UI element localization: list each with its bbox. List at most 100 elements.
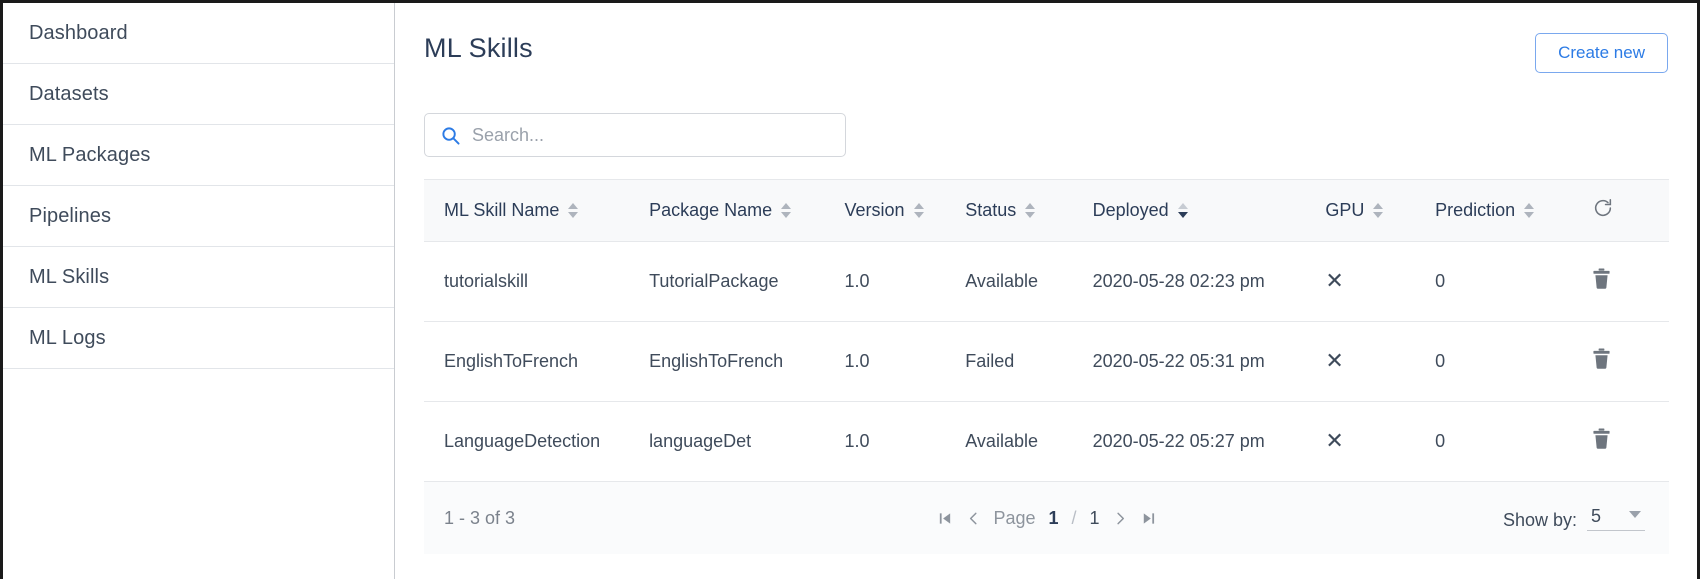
column-header-deployed[interactable]: Deployed [1093, 180, 1326, 242]
sidebar-item-label: Dashboard [29, 22, 128, 45]
sidebar-item-ml-skills[interactable]: ML Skills [3, 247, 394, 308]
column-header-version[interactable]: Version [844, 180, 965, 242]
cell-prediction: 0 [1435, 242, 1592, 322]
x-icon: ✕ [1325, 428, 1343, 453]
column-header-package-name[interactable]: Package Name [649, 180, 844, 242]
search-input[interactable] [470, 124, 810, 147]
ml-skills-page: Dashboard Datasets ML Packages Pipelines… [0, 0, 1700, 579]
cell-version: 1.0 [844, 322, 965, 402]
cell-ml-skill-name: LanguageDetection [424, 402, 649, 482]
cell-delete[interactable] [1592, 242, 1669, 322]
x-icon: ✕ [1325, 268, 1343, 293]
sort-icon[interactable] [1025, 202, 1036, 219]
sidebar-item-datasets[interactable]: Datasets [3, 64, 394, 125]
show-by-control[interactable]: Show by: 5 [1503, 506, 1645, 531]
prev-page-icon [965, 511, 980, 526]
last-page-icon [1141, 511, 1156, 526]
show-by-select[interactable]: 5 [1587, 506, 1645, 531]
search-box[interactable] [424, 113, 846, 157]
show-by-value: 5 [1591, 506, 1601, 527]
column-header-gpu[interactable]: GPU [1325, 180, 1435, 242]
cell-prediction: 0 [1435, 322, 1592, 402]
cell-ml-skill-name: EnglishToFrench [424, 322, 649, 402]
create-new-button[interactable]: Create new [1535, 33, 1668, 73]
main-content: ML Skills Create new [396, 3, 1697, 579]
cell-delete[interactable] [1592, 402, 1669, 482]
column-label: GPU [1325, 200, 1364, 221]
sort-icon[interactable] [568, 202, 579, 219]
first-page-button[interactable] [937, 511, 952, 526]
cell-package-name: TutorialPackage [649, 242, 844, 322]
trash-icon [1592, 268, 1611, 290]
cell-package-name: EnglishToFrench [649, 322, 844, 402]
page-title: ML Skills [424, 33, 533, 64]
cell-version: 1.0 [844, 242, 965, 322]
table-row[interactable]: LanguageDetection languageDet 1.0 Availa… [424, 402, 1669, 482]
cell-status: Available [965, 402, 1092, 482]
column-label: ML Skill Name [444, 200, 559, 221]
table-row[interactable]: tutorialskill TutorialPackage 1.0 Availa… [424, 242, 1669, 322]
sidebar: Dashboard Datasets ML Packages Pipelines… [3, 3, 395, 579]
column-header-status[interactable]: Status [965, 180, 1092, 242]
cell-deployed: 2020-05-22 05:27 pm [1093, 402, 1326, 482]
current-page-number[interactable]: 1 [1049, 508, 1059, 529]
cell-gpu: ✕ [1325, 322, 1435, 402]
sort-icon[interactable] [1524, 202, 1535, 219]
table-head: ML Skill Name Package Name [424, 180, 1669, 242]
table-row[interactable]: EnglishToFrench EnglishToFrench 1.0 Fail… [424, 322, 1669, 402]
cell-deployed: 2020-05-28 02:23 pm [1093, 242, 1326, 322]
column-label: Prediction [1435, 200, 1515, 221]
trash-icon [1592, 348, 1611, 370]
cell-status: Failed [965, 322, 1092, 402]
pagination: Page 1 / 1 [937, 508, 1155, 529]
delete-button[interactable] [1592, 348, 1611, 370]
search-icon [441, 126, 460, 145]
delete-button[interactable] [1592, 428, 1611, 450]
prev-page-button[interactable] [965, 511, 980, 526]
sidebar-item-ml-logs[interactable]: ML Logs [3, 308, 394, 369]
x-icon: ✕ [1325, 348, 1343, 373]
cell-gpu: ✕ [1325, 242, 1435, 322]
cell-delete[interactable] [1592, 322, 1669, 402]
cell-status: Available [965, 242, 1092, 322]
column-label: Version [844, 200, 904, 221]
next-page-button[interactable] [1113, 511, 1128, 526]
trash-icon [1592, 428, 1611, 450]
cell-gpu: ✕ [1325, 402, 1435, 482]
column-header-ml-skill-name[interactable]: ML Skill Name [424, 180, 649, 242]
chevron-down-icon [1629, 511, 1641, 518]
sidebar-item-pipelines[interactable]: Pipelines [3, 186, 394, 247]
total-pages: 1 [1090, 508, 1100, 529]
refresh-icon[interactable] [1592, 197, 1614, 219]
show-by-label: Show by: [1503, 510, 1577, 531]
sort-icon[interactable] [1373, 202, 1384, 219]
last-page-button[interactable] [1141, 511, 1156, 526]
cell-version: 1.0 [844, 402, 965, 482]
sidebar-item-label: Pipelines [29, 205, 111, 228]
cell-ml-skill-name: tutorialskill [424, 242, 649, 322]
sidebar-item-ml-packages[interactable]: ML Packages [3, 125, 394, 186]
sidebar-item-label: ML Packages [29, 144, 151, 167]
table-header-row: ML Skill Name Package Name [424, 180, 1669, 242]
first-page-icon [937, 511, 952, 526]
sort-icon[interactable] [781, 202, 792, 219]
result-range-label: 1 - 3 of 3 [444, 508, 515, 529]
page-label: Page [993, 508, 1035, 529]
sidebar-item-label: ML Logs [29, 327, 106, 350]
column-label: Deployed [1093, 200, 1169, 221]
column-header-prediction[interactable]: Prediction [1435, 180, 1592, 242]
sort-icon[interactable] [914, 202, 925, 219]
search-zone [424, 91, 1669, 179]
delete-button[interactable] [1592, 268, 1611, 290]
sidebar-item-label: Datasets [29, 83, 109, 106]
next-page-icon [1113, 511, 1128, 526]
sort-icon[interactable] [1178, 202, 1189, 219]
ml-skills-card: ML Skill Name Package Name [424, 91, 1669, 579]
cell-package-name: languageDet [649, 402, 844, 482]
cell-deployed: 2020-05-22 05:31 pm [1093, 322, 1326, 402]
table-footer: 1 - 3 of 3 Page 1 / [424, 482, 1669, 554]
column-header-refresh[interactable] [1592, 180, 1669, 242]
column-label: Package Name [649, 200, 772, 221]
sidebar-item-dashboard[interactable]: Dashboard [3, 3, 394, 64]
sidebar-item-label: ML Skills [29, 266, 109, 289]
